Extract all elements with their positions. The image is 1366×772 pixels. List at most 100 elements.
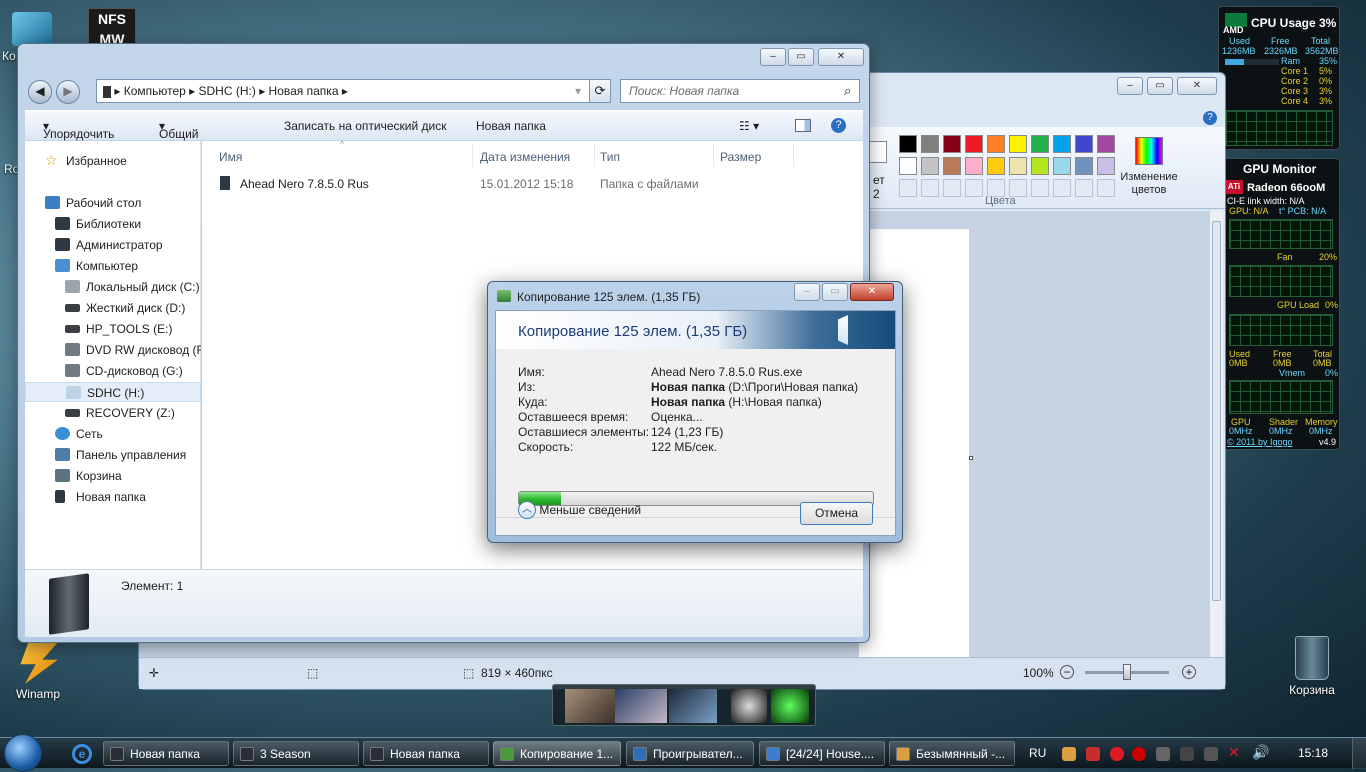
chevron-down-icon[interactable]: ▾ xyxy=(575,84,581,98)
breadcrumb-item[interactable]: Компьютер xyxy=(124,84,186,98)
cancel-button[interactable]: Отмена xyxy=(800,502,873,525)
zoom-slider-thumb[interactable] xyxy=(1123,664,1131,680)
tray-tool-icon[interactable] xyxy=(1062,747,1076,761)
close-button[interactable]: ✕ xyxy=(818,48,864,66)
custom-color-swatch[interactable] xyxy=(1097,179,1115,197)
view-options-icon[interactable]: ☷ ▾ xyxy=(739,119,759,133)
custom-color-swatch[interactable] xyxy=(1053,179,1071,197)
color-swatch[interactable] xyxy=(899,135,917,153)
refresh-button[interactable]: ⟳ xyxy=(589,79,611,103)
color-swatch[interactable] xyxy=(943,135,961,153)
breadcrumb-item[interactable]: SDHC (H:) xyxy=(199,84,256,98)
custom-color-swatch[interactable] xyxy=(965,179,983,197)
color-swatch[interactable] xyxy=(921,135,939,153)
taskbar-button[interactable]: Безымянный -... xyxy=(889,741,1015,766)
custom-color-swatch[interactable] xyxy=(921,179,939,197)
color-swatch[interactable] xyxy=(987,135,1005,153)
nav-item-drive-d[interactable]: Жесткий диск (D:) xyxy=(25,298,201,318)
thumbnail-image[interactable] xyxy=(731,689,767,723)
nav-item-computer[interactable]: Компьютер xyxy=(25,256,201,276)
color-swatch[interactable] xyxy=(921,157,939,175)
color-swatch[interactable] xyxy=(1009,157,1027,175)
nav-item-recycle-bin[interactable]: Корзина xyxy=(25,466,201,486)
edit-colors-icon[interactable] xyxy=(1135,137,1163,165)
search-input[interactable]: Поиск: Новая папка xyxy=(620,79,860,103)
thumbnail-image[interactable] xyxy=(669,689,717,723)
nav-item-drive-e[interactable]: HP_TOOLS (E:) xyxy=(25,319,201,339)
tray-device-icon[interactable] xyxy=(1204,747,1218,761)
internet-explorer-icon[interactable]: e xyxy=(72,744,92,764)
scrollbar-thumb[interactable] xyxy=(1212,221,1221,601)
maximize-button[interactable]: ▭ xyxy=(788,48,814,66)
burn-button[interactable]: Записать на оптический диск xyxy=(284,119,447,133)
minimize-button[interactable]: – xyxy=(794,283,820,301)
nav-item-favorites[interactable]: ☆ Избранное xyxy=(25,151,201,171)
nav-item-desktop[interactable]: Рабочий стол xyxy=(25,193,201,213)
color-swatch[interactable] xyxy=(1097,135,1115,153)
clock[interactable]: 15:18 xyxy=(1298,746,1328,760)
color-swatch[interactable] xyxy=(1009,135,1027,153)
desktop-icon-recycle-bin[interactable]: Корзина xyxy=(1282,636,1342,697)
preview-pane-icon[interactable] xyxy=(795,119,811,132)
nav-item-drive-z[interactable]: RECOVERY (Z:) xyxy=(25,403,201,423)
maximize-button[interactable]: ▭ xyxy=(822,283,848,301)
color-swatch[interactable] xyxy=(1075,157,1093,175)
tray-monitor-icon[interactable] xyxy=(1156,747,1170,761)
organize-button[interactable]: Упорядочить ▾ xyxy=(43,119,114,141)
back-button[interactable]: ◀ xyxy=(28,80,52,104)
zoom-out-button[interactable]: − xyxy=(1060,665,1074,679)
color-swatch[interactable] xyxy=(943,157,961,175)
color-swatch[interactable] xyxy=(965,135,983,153)
canvas-resize-handle[interactable] xyxy=(969,456,973,460)
thumbnail-image[interactable] xyxy=(565,689,617,723)
nav-item-drive-f[interactable]: DVD RW дисковод (F: xyxy=(25,340,201,360)
flag-icon[interactable] xyxy=(1180,747,1194,761)
maximize-button[interactable]: ▭ xyxy=(1147,77,1173,95)
taskbar-button[interactable]: Проигрывател... xyxy=(626,741,754,766)
tray-opera-icon[interactable] xyxy=(1110,747,1124,761)
nav-item-new-folder[interactable]: Новая папка xyxy=(25,487,201,507)
thumbnail-image[interactable] xyxy=(615,689,667,723)
nav-item-admin[interactable]: Администратор xyxy=(25,235,201,255)
table-row[interactable]: Ahead Nero 7.8.5.0 Rus 15.01.2012 15:18 … xyxy=(212,173,852,195)
taskbar-button[interactable]: [24/24] House.... xyxy=(759,741,885,766)
color-swatch[interactable] xyxy=(1053,157,1071,175)
tray-app-icon[interactable] xyxy=(1086,747,1100,761)
custom-color-swatch[interactable] xyxy=(943,179,961,197)
nav-item-drive-h[interactable]: SDHC (H:) xyxy=(25,382,201,402)
nav-item-drive-c[interactable]: Локальный диск (C:) xyxy=(25,277,201,297)
minimize-button[interactable]: – xyxy=(760,48,786,66)
close-button[interactable]: ✕ xyxy=(1177,77,1217,95)
color-swatch[interactable] xyxy=(1097,157,1115,175)
share-button[interactable]: Общий доступ ▾ xyxy=(159,119,199,155)
start-button[interactable] xyxy=(4,734,42,772)
nav-item-control-panel[interactable]: Панель управления xyxy=(25,445,201,465)
column-header-size[interactable]: Размер xyxy=(720,150,761,164)
nav-item-libraries[interactable]: Библиотеки xyxy=(25,214,201,234)
taskbar-button[interactable]: Копирование 1... xyxy=(493,741,621,766)
taskbar-button[interactable]: Новая папка xyxy=(363,741,489,766)
nav-item-network[interactable]: Сеть xyxy=(25,424,201,444)
color-swatch[interactable] xyxy=(1053,135,1071,153)
new-folder-button[interactable]: Новая папка xyxy=(476,119,546,133)
custom-color-swatch[interactable] xyxy=(1031,179,1049,197)
help-icon[interactable]: ? xyxy=(1203,111,1217,125)
minimize-button[interactable]: – xyxy=(1117,77,1143,95)
desktop-icon-winamp[interactable]: Winamp xyxy=(8,640,68,701)
language-indicator[interactable]: RU xyxy=(1029,746,1046,760)
column-divider[interactable] xyxy=(793,143,794,167)
column-divider[interactable] xyxy=(713,143,714,167)
nav-item-drive-g[interactable]: CD-дисковод (G:) xyxy=(25,361,201,381)
network-error-icon[interactable]: ✕ xyxy=(1228,744,1240,761)
help-icon[interactable]: ? xyxy=(831,118,846,133)
column-header-name[interactable]: Имя xyxy=(219,150,242,164)
thumbnail-image[interactable] xyxy=(771,689,809,723)
color-swatch[interactable] xyxy=(1031,157,1049,175)
column-header-type[interactable]: Тип xyxy=(600,150,620,164)
from-value[interactable]: Новая папка (D:\Проги\Новая папка) xyxy=(651,380,858,394)
color-swatch[interactable] xyxy=(987,157,1005,175)
column-divider[interactable] xyxy=(594,143,595,167)
less-details-button[interactable]: ︿ Меньше сведений xyxy=(518,501,641,521)
copy-dialog[interactable]: Копирование 125 элем. (1,35 ГБ) – ▭ ✕ Ко… xyxy=(487,281,903,543)
gadget-credit-link[interactable]: © 2011 by Igogo xyxy=(1227,437,1293,447)
